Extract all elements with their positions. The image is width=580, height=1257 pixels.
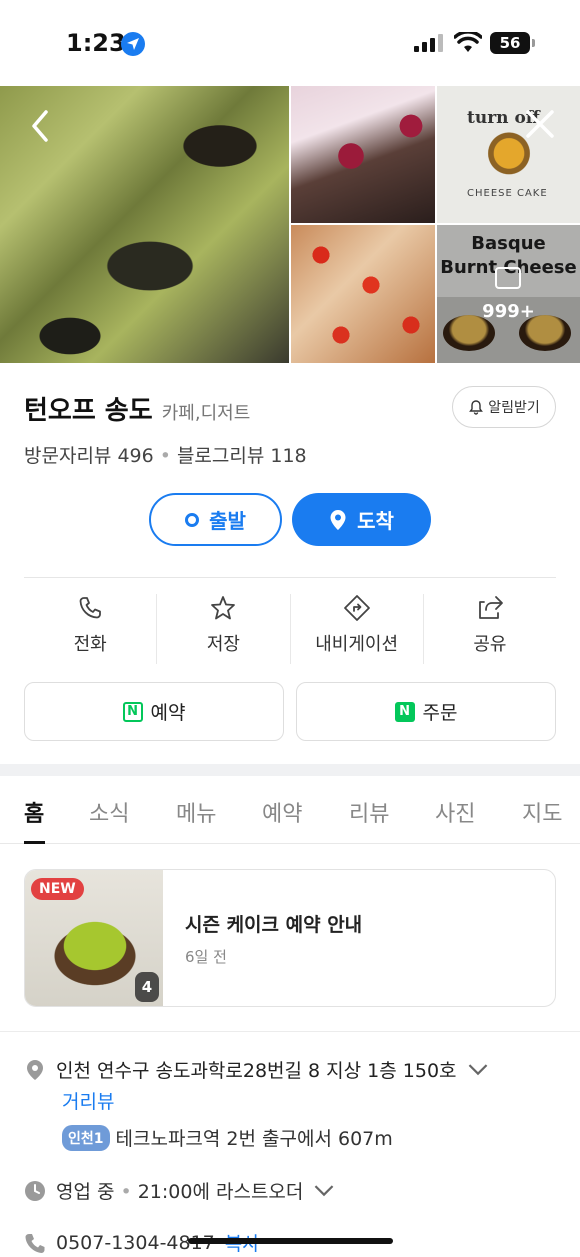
image-count-badge: 4 (135, 972, 159, 1002)
share-action[interactable]: 공유 (424, 594, 556, 664)
start-dot-icon (185, 512, 200, 527)
navigation-action[interactable]: 내비게이션 (291, 594, 424, 664)
gallery-icon (495, 267, 521, 289)
news-card[interactable]: NEW 4 시즌 케이크 예약 안내 6일 전 (24, 869, 556, 1007)
subway-line-badge: 인천1 (62, 1124, 110, 1151)
tab-map[interactable]: 지도 (522, 796, 562, 828)
start-button[interactable]: 출발 (149, 493, 282, 546)
call-label: 전화 (73, 634, 107, 655)
tab-news[interactable]: 소식 (89, 796, 129, 828)
battery-icon: 56 (490, 32, 530, 54)
logo-subtext: CHEESE CAKE (467, 188, 548, 199)
arrive-button[interactable]: 도착 (292, 493, 431, 546)
last-order: 21:00에 라스트오더 (137, 1181, 304, 1203)
place-category: 카페,디저트 (161, 403, 251, 424)
tab-bar: 홈 소식 메뉴 예약 리뷰 사진 지도 (0, 776, 580, 844)
street-view-link[interactable]: 거리뷰 (62, 1087, 114, 1114)
photo-gallery[interactable]: turn off CHEESE CAKE Basque Burnt Cheese… (0, 86, 580, 363)
subway-info: 인천1 테크노파크역 2번 출구에서 607m (62, 1124, 393, 1151)
action-bar: 전화 저장 내비게이션 공유 (24, 594, 556, 664)
tab-photo[interactable]: 사진 (435, 796, 475, 828)
location-pin-icon (27, 1059, 43, 1080)
tab-menu[interactable]: 메뉴 (176, 796, 216, 828)
photo-logo[interactable]: turn off CHEESE CAKE (437, 86, 580, 223)
share-label: 공유 (473, 634, 507, 655)
address-text: 인천 연수구 송도과학로28번길 8 지상 1층 150호 (56, 1060, 457, 1082)
home-indicator (188, 1238, 393, 1244)
photo-more[interactable]: Basque Burnt Cheese 999+ (437, 225, 580, 363)
start-label: 출발 (209, 509, 246, 533)
save-action[interactable]: 저장 (157, 594, 291, 664)
subway-directions: 테크노파크역 2번 출구에서 607m (115, 1128, 393, 1150)
arrive-label: 도착 (357, 509, 394, 533)
wifi-icon (454, 32, 482, 52)
star-icon (211, 596, 236, 620)
hours-row[interactable]: 영업 중 • 21:00에 라스트오더 (24, 1177, 335, 1204)
save-label: 저장 (206, 634, 240, 655)
address-row[interactable]: 인천 연수구 송도과학로28번길 8 지상 1층 150호 (24, 1056, 489, 1083)
status-bar: 1:23 56 (0, 0, 580, 86)
chevron-down-icon[interactable] (467, 1059, 489, 1081)
battery-tip (532, 39, 535, 47)
call-action[interactable]: 전화 (24, 594, 158, 664)
separator-dot: • (159, 445, 171, 467)
clock-icon (25, 1180, 45, 1201)
visitor-reviews[interactable]: 방문자리뷰 496 (24, 445, 154, 467)
alarm-label: 알림받기 (488, 400, 540, 416)
naver-order-icon: N (394, 701, 415, 722)
photo-strawberry-tarts[interactable] (291, 225, 435, 363)
phone-icon (25, 1233, 45, 1253)
separator-dot: • (120, 1181, 132, 1203)
map-pin-icon (330, 509, 346, 530)
tab-review[interactable]: 리뷰 (349, 796, 389, 828)
chevron-down-icon[interactable] (313, 1180, 335, 1202)
photo-overlay (437, 225, 580, 363)
reserve-label: 예약 (150, 702, 186, 724)
tab-home[interactable]: 홈 (24, 796, 44, 828)
order-label: 주문 (422, 702, 458, 724)
location-arrow-icon (121, 32, 145, 56)
photo-cake-slices[interactable] (291, 86, 435, 223)
order-button[interactable]: N 주문 (296, 682, 556, 741)
divider (0, 1031, 580, 1032)
phone-icon (79, 597, 102, 619)
blog-reviews[interactable]: 블로그리뷰 118 (177, 445, 307, 467)
active-tab-indicator (24, 841, 45, 844)
review-counts: 방문자리뷰 496 • 블로그리뷰 118 (24, 441, 307, 468)
divider (24, 577, 556, 578)
hours-status: 영업 중 (56, 1181, 115, 1203)
status-time: 1:23 (66, 29, 126, 57)
news-title: 시즌 케이크 예약 안내 (185, 914, 363, 936)
new-badge: NEW (31, 878, 84, 900)
section-gap (0, 764, 580, 776)
reserve-button[interactable]: N 예약 (24, 682, 284, 741)
place-name: 턴오프 송도 (24, 396, 153, 426)
photo-count: 999+ (482, 301, 535, 322)
bell-icon (469, 400, 484, 415)
navigation-icon (343, 595, 370, 621)
news-time: 6일 전 (185, 948, 227, 966)
place-title-row: 턴오프 송도 카페,디저트 (24, 390, 250, 427)
news-thumbnail: NEW 4 (25, 870, 163, 1006)
share-icon (478, 596, 503, 619)
cellular-signal-icon (414, 34, 443, 52)
close-icon[interactable] (524, 108, 556, 140)
back-chevron-icon[interactable] (28, 108, 54, 144)
navigation-label: 내비게이션 (315, 634, 399, 655)
naver-calendar-icon: N (122, 701, 143, 722)
tab-reserve[interactable]: 예약 (262, 796, 302, 828)
alarm-button[interactable]: 알림받기 (452, 386, 556, 428)
